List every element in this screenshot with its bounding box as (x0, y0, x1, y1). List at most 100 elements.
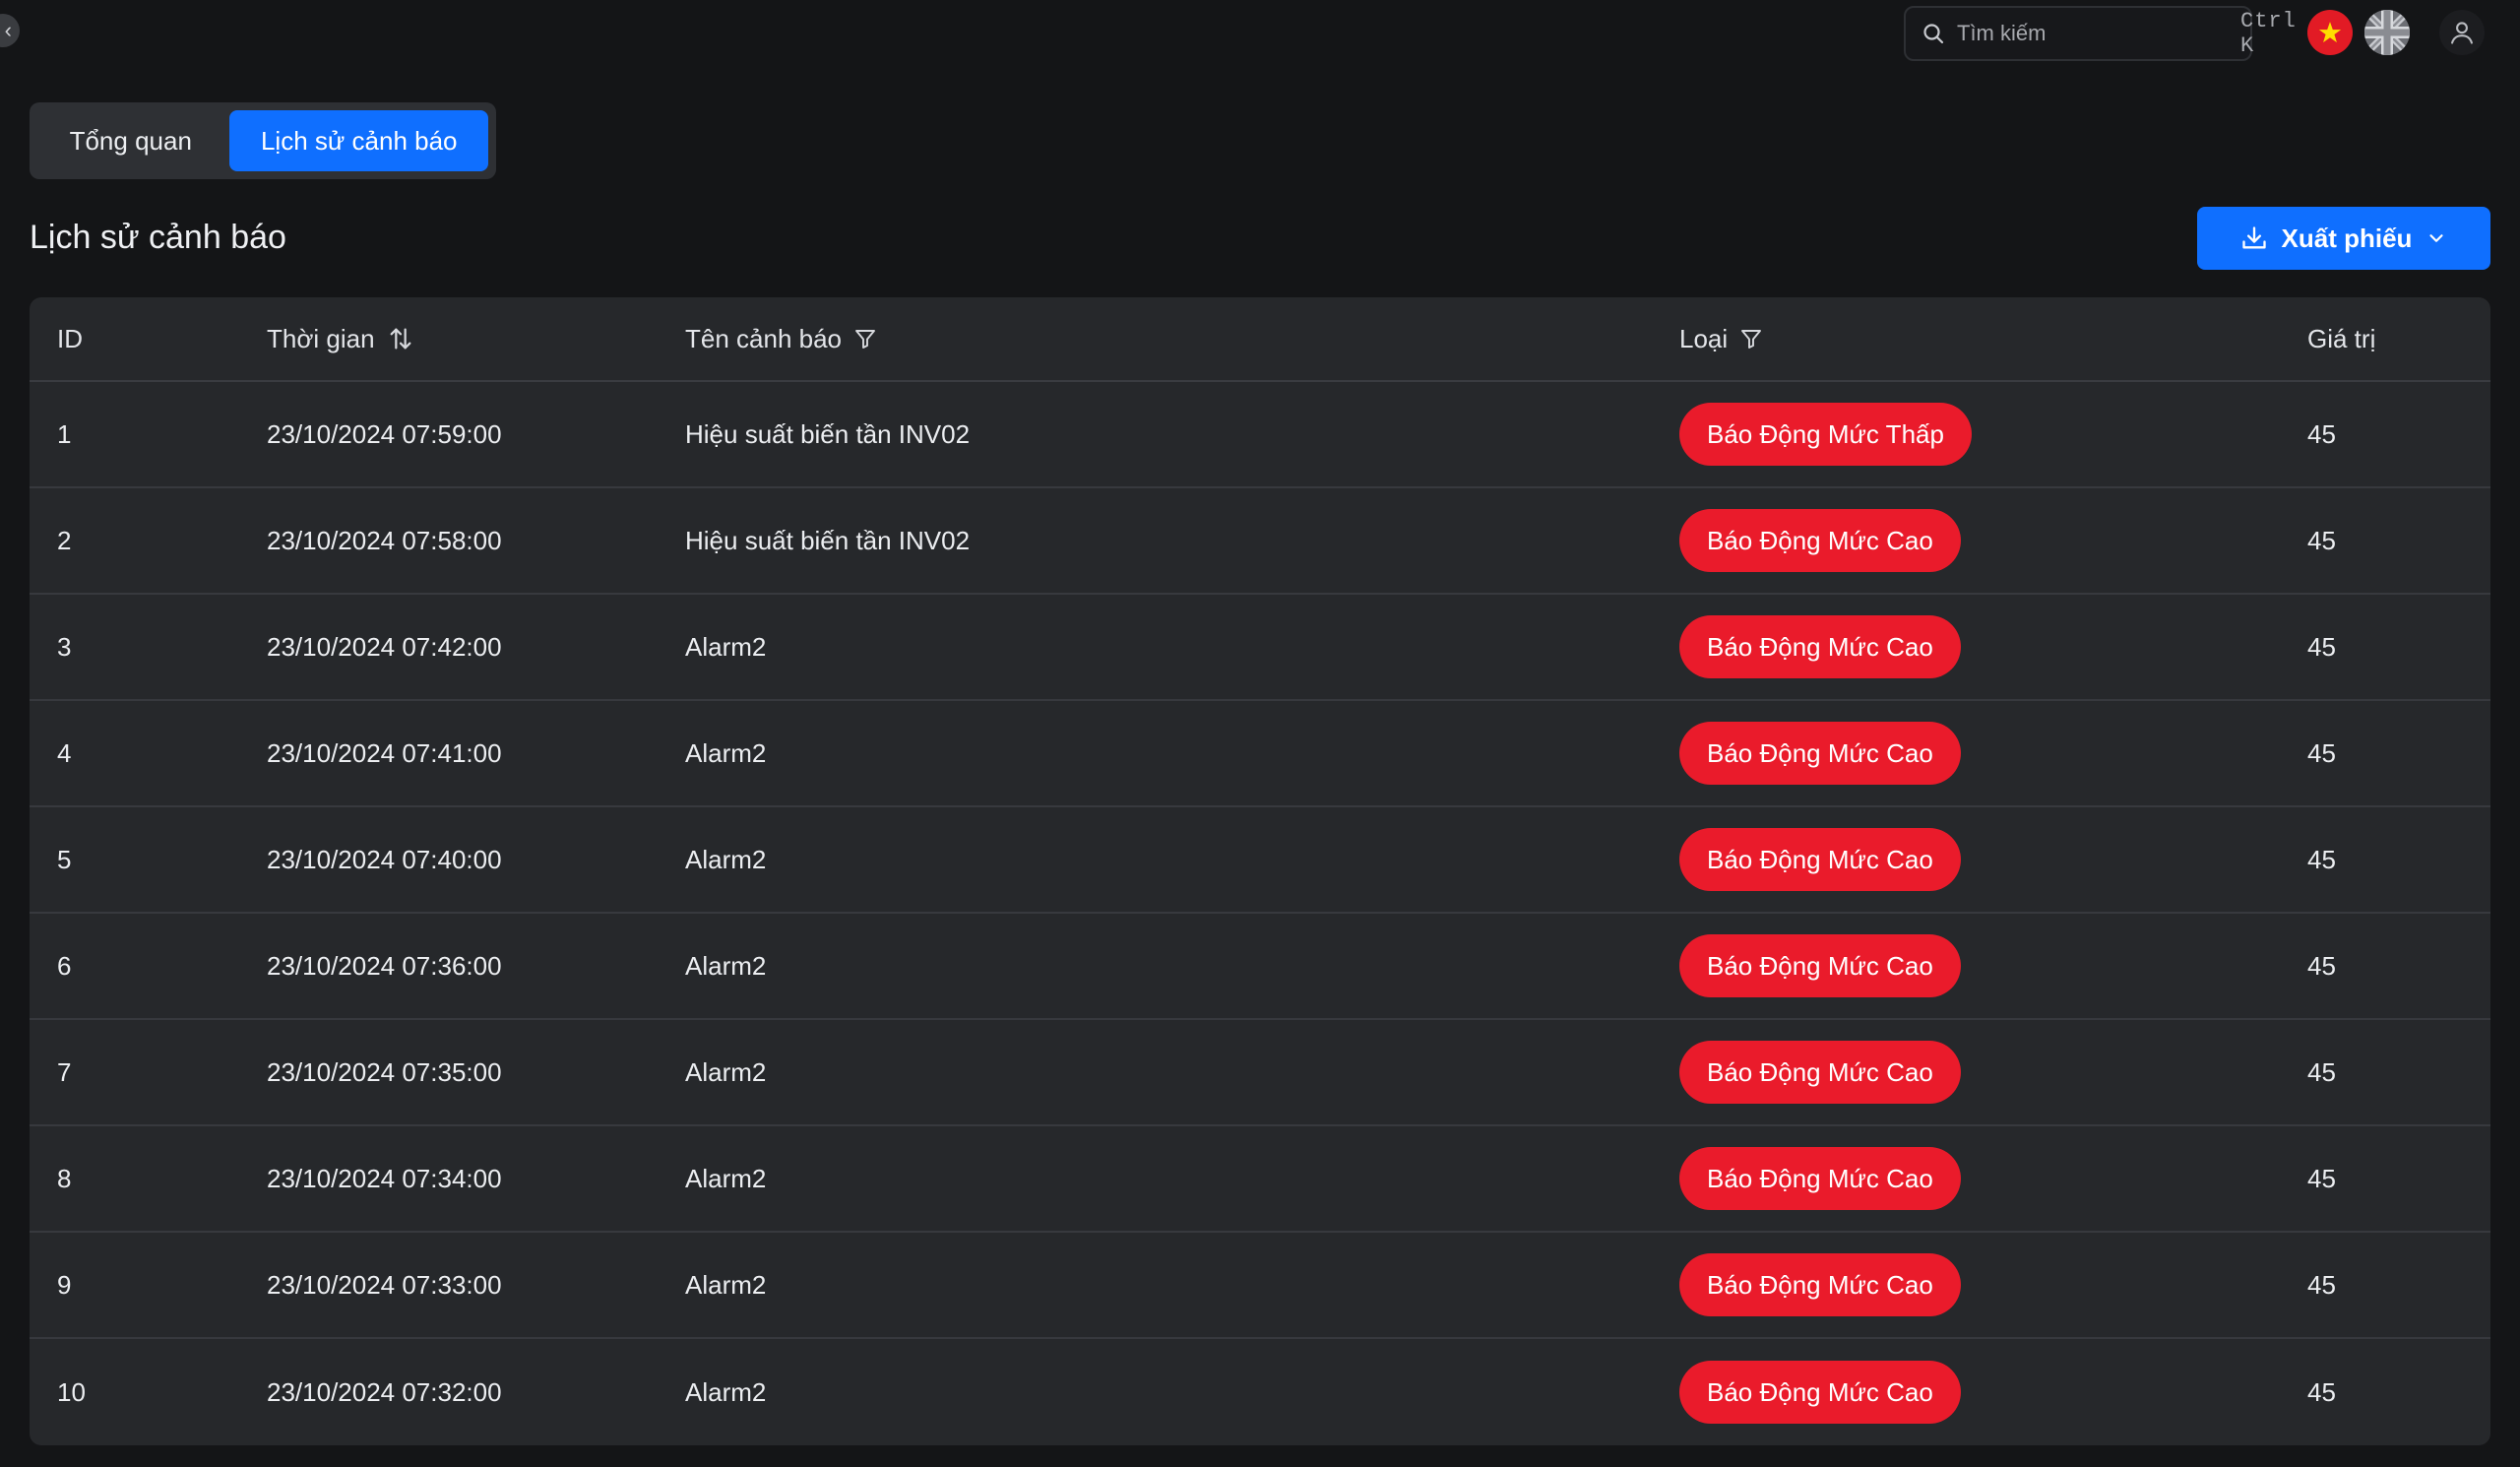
cell-id: 3 (57, 631, 72, 662)
english-flag-icon[interactable] (2364, 10, 2410, 55)
export-button-label: Xuất phiếu (2281, 223, 2413, 253)
alarm-level-badge: Báo Động Mức Cao (1679, 828, 1961, 891)
cell-id: 4 (57, 737, 72, 768)
table-row[interactable]: 9 23/10/2024 07:33:00 Alarm2 Báo Động Mức C… (30, 1233, 2490, 1339)
cell-type: Báo Động Mức Cao (1679, 934, 1961, 997)
cell-alarm-name: Alarm2 (685, 950, 767, 981)
tab-alarm-history[interactable]: Lịch sử cảnh báo (229, 110, 488, 171)
tab-overview[interactable]: Tổng quan (37, 110, 223, 171)
cell-value: 45 (2307, 1269, 2336, 1300)
column-header-type[interactable]: Loại (1679, 324, 1763, 354)
table-row[interactable]: 6 23/10/2024 07:36:00 Alarm2 Báo Động Mức C… (30, 914, 2490, 1020)
cell-value: 45 (2307, 1376, 2336, 1407)
user-icon (2451, 22, 2473, 44)
filter-icon[interactable] (853, 327, 877, 351)
export-button[interactable]: Xuất phiếu (2197, 207, 2490, 270)
cell-type: Báo Động Mức Cao (1679, 1041, 1961, 1104)
page: ‹ Ctrl K Tổng quan Lịch sử cảnh báo (0, 0, 2520, 1467)
cell-id: 5 (57, 844, 72, 874)
column-header-value: Giá trị (2307, 324, 2375, 354)
cell-time: 23/10/2024 07:41:00 (267, 737, 502, 768)
cell-id: 10 (57, 1376, 86, 1407)
column-label: Giá trị (2307, 323, 2376, 353)
column-label: Thời gian (267, 323, 375, 353)
alarm-history-table: ID Thời gian Tên cảnh báo Loại Giá trị 1… (30, 297, 2490, 1445)
cell-type: Báo Động Mức Cao (1679, 1361, 1961, 1424)
cell-id: 1 (57, 418, 72, 449)
cell-alarm-name: Alarm2 (685, 631, 767, 662)
table-row[interactable]: 8 23/10/2024 07:34:00 Alarm2 Báo Động Mức C… (30, 1126, 2490, 1233)
column-label: Tên cảnh báo (685, 323, 843, 353)
cell-type: Báo Động Mức Thấp (1679, 403, 1972, 466)
alarm-level-badge: Báo Động Mức Cao (1679, 1361, 1961, 1424)
cell-time: 23/10/2024 07:42:00 (267, 631, 502, 662)
cell-value: 45 (2307, 737, 2336, 768)
cell-type: Báo Động Mức Cao (1679, 615, 1961, 678)
column-label: Loại (1679, 323, 1729, 353)
cell-id: 7 (57, 1056, 72, 1087)
cell-alarm-name: Alarm2 (685, 1163, 767, 1193)
cell-time: 23/10/2024 07:35:00 (267, 1056, 502, 1087)
sort-icon[interactable] (387, 325, 414, 352)
cell-time: 23/10/2024 07:59:00 (267, 418, 502, 449)
alarm-level-badge: Báo Động Mức Cao (1679, 722, 1961, 785)
column-header-name[interactable]: Tên cảnh báo (685, 324, 877, 354)
table-row[interactable]: 10 23/10/2024 07:32:00 Alarm2 Báo Động Mức … (30, 1339, 2490, 1445)
cell-alarm-name: Alarm2 (685, 1056, 767, 1087)
column-header-id: ID (57, 324, 83, 354)
table-row[interactable]: 1 23/10/2024 07:59:00 Hiệu suất biến tần I… (30, 382, 2490, 488)
table-row[interactable]: 5 23/10/2024 07:40:00 Alarm2 Báo Động Mức C… (30, 807, 2490, 914)
alarm-level-badge: Báo Động Mức Cao (1679, 934, 1961, 997)
cell-type: Báo Động Mức Cao (1679, 1147, 1961, 1210)
table-row[interactable]: 3 23/10/2024 07:42:00 Alarm2 Báo Động Mức C… (30, 595, 2490, 701)
download-icon (2241, 226, 2266, 249)
cell-value: 45 (2307, 844, 2336, 874)
cell-alarm-name: Hiệu suất biến tần INV02 (685, 418, 971, 449)
cell-time: 23/10/2024 07:40:00 (267, 844, 502, 874)
cell-id: 8 (57, 1163, 72, 1193)
search-icon (1923, 24, 1944, 44)
cell-value: 45 (2307, 950, 2336, 981)
chevron-left-icon: ‹ (4, 18, 12, 42)
cell-alarm-name: Alarm2 (685, 1269, 767, 1300)
cell-time: 23/10/2024 07:58:00 (267, 525, 502, 555)
cell-time: 23/10/2024 07:34:00 (267, 1163, 502, 1193)
alarm-level-badge: Báo Động Mức Cao (1679, 1253, 1961, 1316)
cell-alarm-name: Alarm2 (685, 844, 767, 874)
table-row[interactable]: 4 23/10/2024 07:41:00 Alarm2 Báo Động Mức C… (30, 701, 2490, 807)
search-input[interactable] (1957, 21, 2240, 46)
table-body: 1 23/10/2024 07:59:00 Hiệu suất biến tần I… (30, 382, 2490, 1445)
vietnamese-flag-icon[interactable] (2307, 10, 2353, 55)
cell-value: 45 (2307, 1056, 2336, 1087)
page-title: Lịch sử cảnh báo (30, 219, 286, 256)
cell-type: Báo Động Mức Cao (1679, 1253, 1961, 1316)
table-header: ID Thời gian Tên cảnh báo Loại Giá trị (30, 297, 2490, 382)
cell-id: 6 (57, 950, 72, 981)
alarm-level-badge: Báo Động Mức Thấp (1679, 403, 1972, 466)
cell-value: 45 (2307, 631, 2336, 662)
cell-type: Báo Động Mức Cao (1679, 828, 1961, 891)
view-tabs: Tổng quan Lịch sử cảnh báo (30, 102, 496, 179)
column-label: ID (57, 323, 83, 353)
alarm-level-badge: Báo Động Mức Cao (1679, 509, 1961, 572)
chevron-down-icon (2429, 234, 2444, 242)
search-box[interactable]: Ctrl K (1904, 6, 2296, 61)
cell-time: 23/10/2024 07:36:00 (267, 950, 502, 981)
user-menu-button[interactable] (2439, 10, 2485, 55)
cell-id: 2 (57, 525, 72, 555)
sidebar-collapse-button[interactable]: ‹ (0, 14, 20, 47)
table-row[interactable]: 2 23/10/2024 07:58:00 Hiệu suất biến tần I… (30, 488, 2490, 595)
search-shortcut: Ctrl K (2240, 9, 2297, 58)
cell-value: 45 (2307, 418, 2336, 449)
alarm-level-badge: Báo Động Mức Cao (1679, 1041, 1961, 1104)
cell-value: 45 (2307, 1163, 2336, 1193)
alarm-level-badge: Báo Động Mức Cao (1679, 1147, 1961, 1210)
cell-time: 23/10/2024 07:32:00 (267, 1376, 502, 1407)
alarm-level-badge: Báo Động Mức Cao (1679, 615, 1961, 678)
table-row[interactable]: 7 23/10/2024 07:35:00 Alarm2 Báo Động Mức C… (30, 1020, 2490, 1126)
cell-value: 45 (2307, 525, 2336, 555)
cell-type: Báo Động Mức Cao (1679, 509, 1961, 572)
cell-alarm-name: Hiệu suất biến tần INV02 (685, 525, 971, 555)
column-header-time[interactable]: Thời gian (267, 324, 414, 354)
filter-icon[interactable] (1739, 327, 1763, 351)
